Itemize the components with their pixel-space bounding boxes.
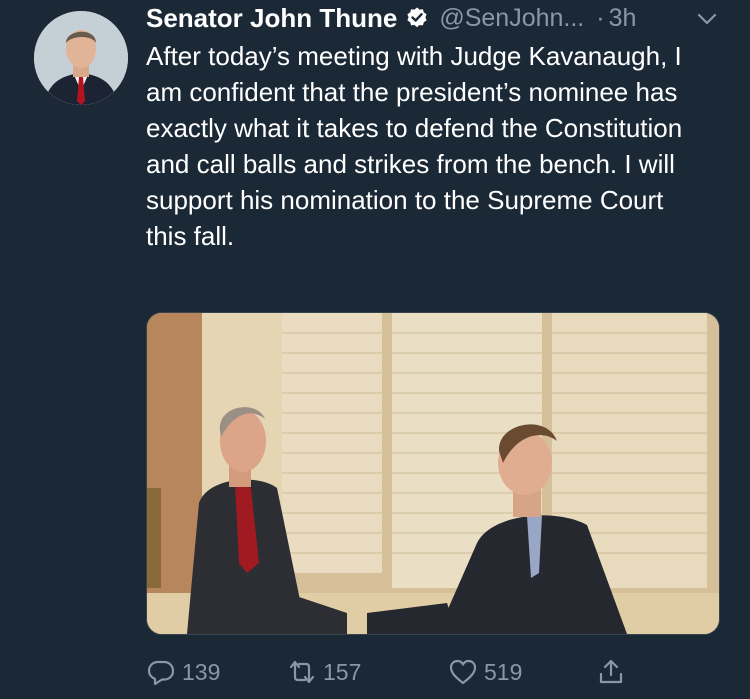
author-name[interactable]: Senator John Thune — [146, 3, 397, 34]
retweet-count: 157 — [323, 658, 362, 685]
verified-badge-icon — [405, 6, 429, 30]
tweet-photo[interactable] — [146, 312, 720, 635]
author-avatar[interactable] — [34, 11, 128, 105]
retweet-button[interactable]: 157 — [287, 650, 361, 694]
share-button[interactable] — [596, 650, 632, 694]
chevron-down-icon[interactable] — [694, 6, 720, 32]
reply-button[interactable]: 139 — [146, 650, 220, 694]
tweet-text: After today’s meeting with Judge Kavanau… — [146, 41, 690, 251]
like-button[interactable]: 519 — [448, 650, 522, 694]
like-count: 519 — [484, 658, 523, 685]
reply-count: 139 — [182, 658, 221, 685]
tweet-actions: 139 157 519 — [146, 650, 646, 694]
reply-icon — [147, 660, 175, 686]
share-icon — [599, 659, 623, 684]
heart-icon — [449, 659, 477, 685]
separator: · — [596, 3, 605, 32]
retweet-icon — [289, 660, 315, 684]
tweet-header: Senator John Thune @SenJohn... · 3h — [146, 0, 636, 36]
tweet-timestamp[interactable]: 3h — [609, 4, 637, 33]
author-handle[interactable]: @SenJohn... — [439, 4, 584, 33]
